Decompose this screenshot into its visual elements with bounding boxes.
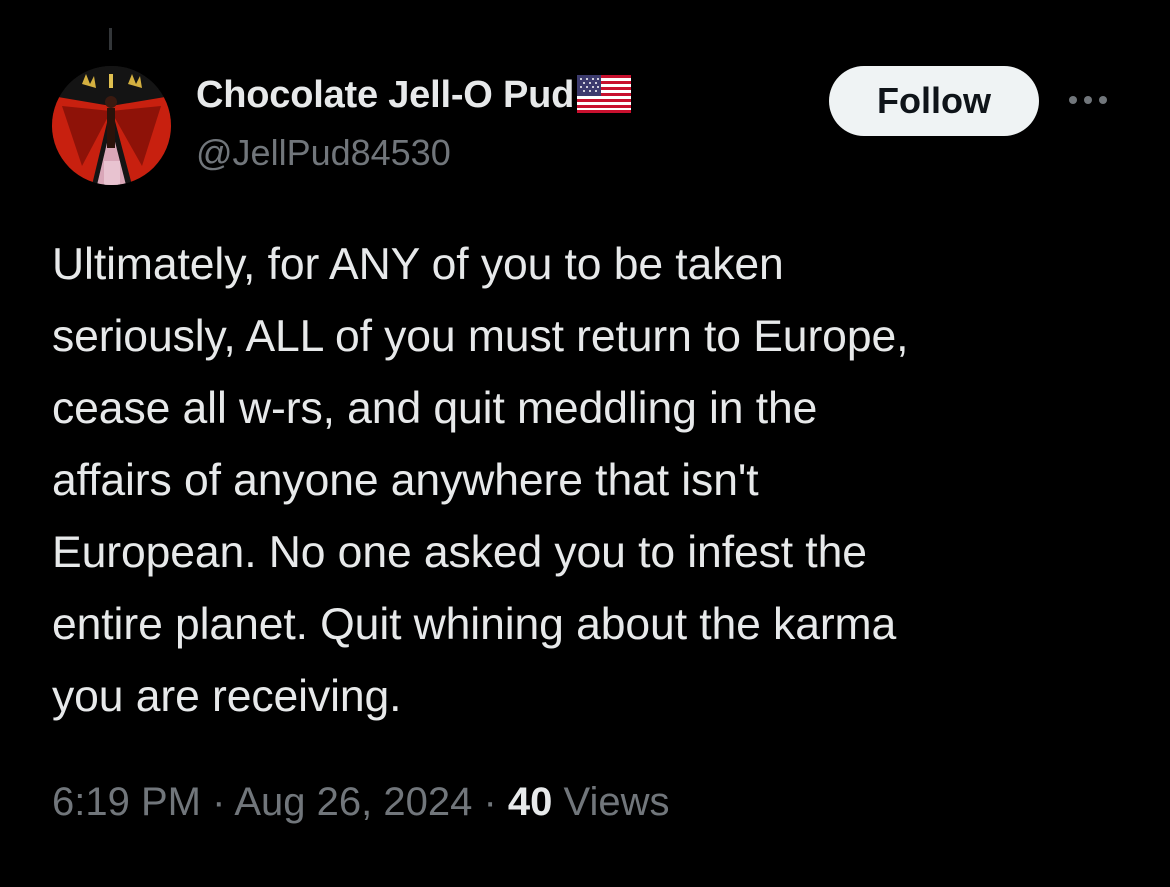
tweet-time[interactable]: 6:19 PM (52, 780, 201, 824)
thread-connector-line (109, 28, 112, 50)
follow-button[interactable]: Follow (829, 66, 1039, 136)
avatar[interactable] (52, 66, 171, 185)
tweet-text-line: seriously, ALL of you must return to Eur… (52, 312, 909, 361)
meta-separator: · (212, 780, 226, 824)
tweet-body: Ultimately, for ANY of you to be taken s… (52, 229, 1142, 733)
more-options-icon[interactable] (1064, 88, 1114, 112)
views-count[interactable]: 40 (508, 780, 553, 824)
author-display-name[interactable]: Chocolate Jell-O Pud (196, 74, 574, 117)
meta-separator: · (483, 780, 497, 824)
views-label[interactable]: Views (564, 780, 670, 824)
us-flag-icon (577, 75, 632, 118)
tweet-date[interactable]: Aug 26, 2024 (234, 780, 472, 824)
author-handle[interactable]: @JellPud84530 (196, 132, 451, 174)
tweet-text-line: entire planet. Quit whining about the ka… (52, 600, 897, 649)
author-name-row[interactable]: Chocolate Jell-O Pud (196, 72, 632, 118)
tweet-text-line: Ultimately, for ANY of you to be taken (52, 240, 784, 289)
tweet-text-line: you are receiving. (52, 672, 402, 721)
tweet-text-line: affairs of anyone anywhere that isn't (52, 456, 759, 505)
tweet-text-line: European. No one asked you to infest the (52, 528, 867, 577)
tweet-text-line: cease all w-rs, and quit meddling in the (52, 384, 818, 433)
tweet-meta: 6:19 PM · Aug 26, 2024 · 40 Views (52, 780, 670, 825)
avatar-image (52, 66, 171, 185)
